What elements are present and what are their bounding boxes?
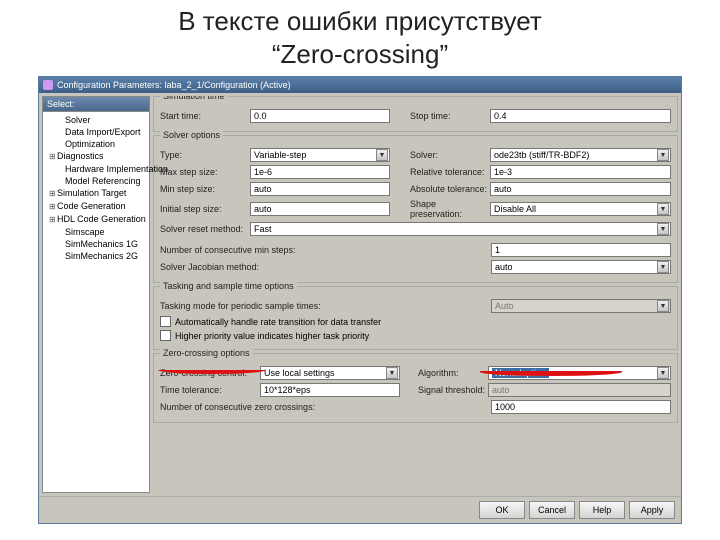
sig-thresh-input: auto xyxy=(488,383,671,397)
sidebar-item-simmechanics-1g[interactable]: SimMechanics 1G xyxy=(43,238,149,250)
shape-label: Shape preservation: xyxy=(410,199,490,219)
page-headline-2: “Zero-crossing” xyxy=(0,39,720,70)
tree-expand-icon[interactable]: ⊞ xyxy=(49,201,57,213)
group-title: Tasking and sample time options xyxy=(160,281,297,291)
reset-select[interactable]: Fast▼ xyxy=(250,222,671,236)
group-title: Solver options xyxy=(160,130,223,140)
tree-expand-icon[interactable]: ⊞ xyxy=(49,151,57,163)
init-step-label: Initial step size: xyxy=(160,204,250,214)
zc-control-label: Zero-crossing control: xyxy=(160,368,260,378)
apply-button[interactable]: Apply xyxy=(629,501,675,519)
max-step-input[interactable]: 1e-6 xyxy=(250,165,390,179)
consec-zc-input[interactable]: 1000 xyxy=(491,400,671,414)
zc-control-select[interactable]: Use local settings▼ xyxy=(260,366,400,380)
jacobian-select[interactable]: auto▼ xyxy=(491,260,671,274)
consec-min-steps-input[interactable]: 1 xyxy=(491,243,671,257)
dialog-footer: OK Cancel Help Apply xyxy=(39,496,681,523)
rel-tol-input[interactable]: 1e-3 xyxy=(490,165,671,179)
group-solver-options: Solver options Type: Variable-step▼ Solv… xyxy=(153,135,678,283)
min-step-input[interactable]: auto xyxy=(250,182,390,196)
sidebar: Select: Solver Data Import/Export Optimi… xyxy=(42,96,150,493)
app-icon xyxy=(43,80,53,90)
sidebar-item-code-generation[interactable]: ⊞Code Generation xyxy=(43,200,149,213)
chevron-down-icon: ▼ xyxy=(657,300,669,312)
shape-select[interactable]: Disable All▼ xyxy=(490,202,671,216)
sidebar-item-solver[interactable]: Solver xyxy=(43,114,149,126)
chevron-down-icon: ▼ xyxy=(386,367,398,379)
group-title: Simulation time xyxy=(160,96,228,101)
zc-algo-select[interactable]: Nonadaptive▼ xyxy=(488,366,671,380)
tree-expand-icon[interactable]: ⊞ xyxy=(49,188,57,200)
higher-priority-checkbox[interactable]: Higher priority value indicates higher t… xyxy=(160,330,671,341)
consec-min-steps-label: Number of consecutive min steps: xyxy=(160,245,310,255)
sidebar-item-hardware-implementation[interactable]: Hardware Implementation xyxy=(43,163,149,175)
zc-algo-label: Algorithm: xyxy=(418,368,488,378)
max-step-label: Max step size: xyxy=(160,167,250,177)
sidebar-item-optimization[interactable]: Optimization xyxy=(43,138,149,150)
solver-label: Solver: xyxy=(410,150,490,160)
group-zero-crossing: Zero-crossing options Zero-crossing cont… xyxy=(153,353,678,423)
type-select[interactable]: Variable-step▼ xyxy=(250,148,390,162)
jacobian-label: Solver Jacobian method: xyxy=(160,262,310,272)
stop-time-label: Stop time: xyxy=(410,111,490,121)
init-step-input[interactable]: auto xyxy=(250,202,390,216)
chevron-down-icon: ▼ xyxy=(657,261,669,273)
tree-expand-icon[interactable]: ⊞ xyxy=(49,214,57,226)
solver-select[interactable]: ode23tb (stiff/TR-BDF2)▼ xyxy=(490,148,671,162)
sidebar-item-simmechanics-2g[interactable]: SimMechanics 2G xyxy=(43,250,149,262)
sidebar-select-header: Select: xyxy=(42,96,150,112)
stop-time-input[interactable]: 0.4 xyxy=(490,109,671,123)
group-simulation-time: Simulation time Start time: 0.0 Stop tim… xyxy=(153,96,678,132)
checkbox-icon xyxy=(160,330,171,341)
chevron-down-icon: ▼ xyxy=(657,223,669,235)
start-time-label: Start time: xyxy=(160,111,250,121)
sidebar-item-data-import-export[interactable]: Data Import/Export xyxy=(43,126,149,138)
main-pane: Simulation time Start time: 0.0 Stop tim… xyxy=(153,96,678,493)
nav-tree[interactable]: Solver Data Import/Export Optimization ⊞… xyxy=(42,112,150,493)
sidebar-item-simscape[interactable]: Simscape xyxy=(43,226,149,238)
sidebar-item-model-referencing[interactable]: Model Referencing xyxy=(43,175,149,187)
chevron-down-icon: ▼ xyxy=(657,367,669,379)
sidebar-item-hdl-code-generation[interactable]: ⊞HDL Code Generation xyxy=(43,213,149,226)
rel-tol-label: Relative tolerance: xyxy=(410,167,490,177)
reset-label: Solver reset method: xyxy=(160,224,250,234)
chevron-down-icon: ▼ xyxy=(657,149,669,161)
window-title: Configuration Parameters: laba_2_1/Confi… xyxy=(57,80,291,90)
config-window: Configuration Parameters: laba_2_1/Confi… xyxy=(38,76,682,524)
group-tasking: Tasking and sample time options Tasking … xyxy=(153,286,678,350)
titlebar: Configuration Parameters: laba_2_1/Confi… xyxy=(39,77,681,93)
sig-thresh-label: Signal threshold: xyxy=(418,385,488,395)
abs-tol-label: Absolute tolerance: xyxy=(410,184,490,194)
consec-zc-label: Number of consecutive zero crossings: xyxy=(160,402,350,412)
page-headline-1: В тексте ошибки присутствует xyxy=(0,0,720,39)
sidebar-item-diagnostics[interactable]: ⊞Diagnostics xyxy=(43,150,149,163)
sidebar-item-simulation-target[interactable]: ⊞Simulation Target xyxy=(43,187,149,200)
chevron-down-icon: ▼ xyxy=(657,203,669,215)
auto-rate-checkbox[interactable]: Automatically handle rate transition for… xyxy=(160,316,671,327)
tasking-mode-select[interactable]: Auto▼ xyxy=(491,299,671,313)
ok-button[interactable]: OK xyxy=(479,501,525,519)
min-step-label: Min step size: xyxy=(160,184,250,194)
time-tol-input[interactable]: 10*128*eps xyxy=(260,383,400,397)
start-time-input[interactable]: 0.0 xyxy=(250,109,390,123)
type-label: Type: xyxy=(160,150,250,160)
abs-tol-input[interactable]: auto xyxy=(490,182,671,196)
help-button[interactable]: Help xyxy=(579,501,625,519)
time-tol-label: Time tolerance: xyxy=(160,385,260,395)
tasking-mode-label: Tasking mode for periodic sample times: xyxy=(160,301,350,311)
cancel-button[interactable]: Cancel xyxy=(529,501,575,519)
chevron-down-icon: ▼ xyxy=(376,149,388,161)
checkbox-icon xyxy=(160,316,171,327)
group-title: Zero-crossing options xyxy=(160,348,253,358)
